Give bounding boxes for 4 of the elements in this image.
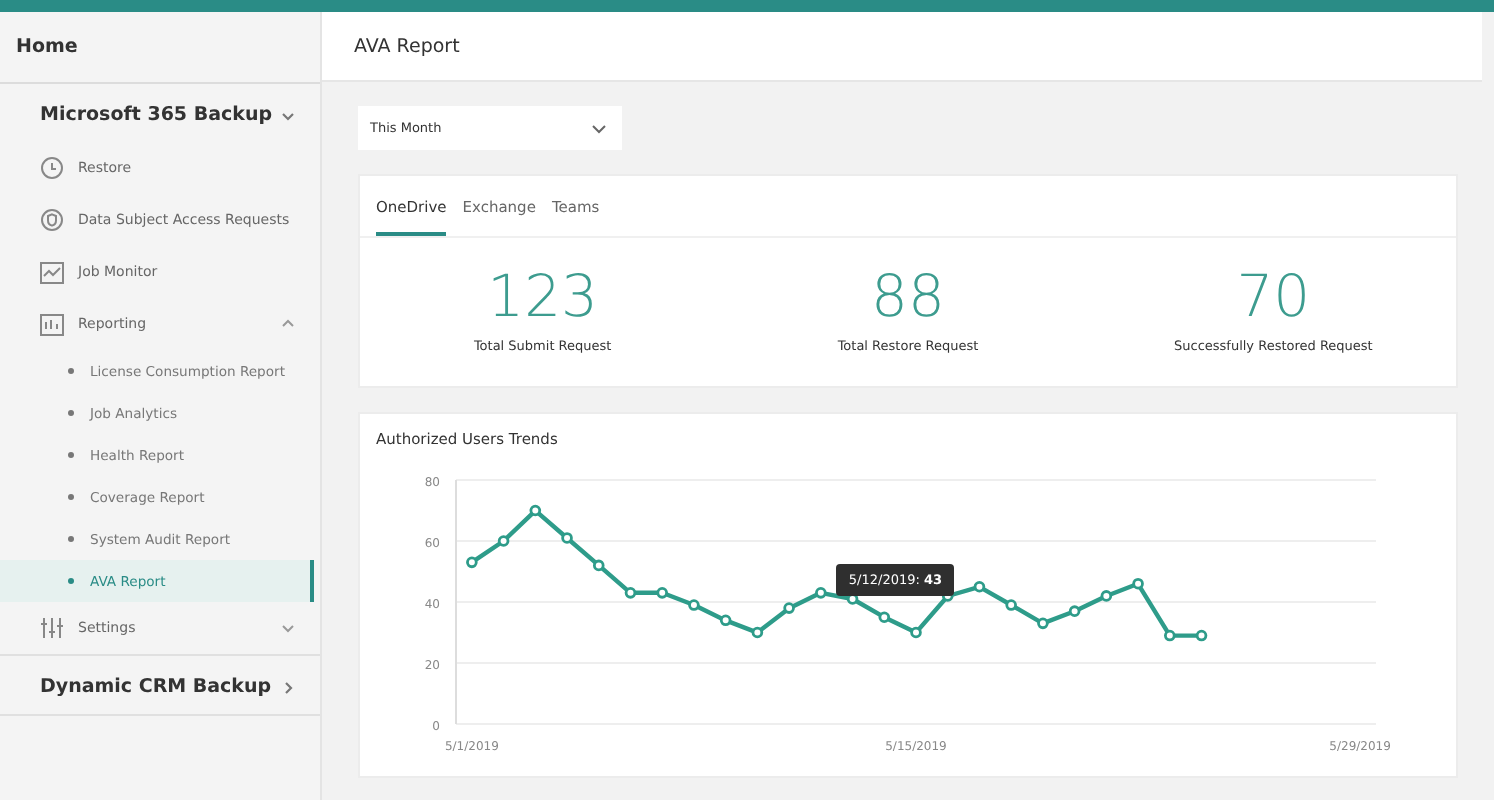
- stat-value: 123: [487, 262, 599, 330]
- stat-value: 70: [1236, 262, 1311, 330]
- page-title: AVA Report: [354, 35, 460, 57]
- stat-value: 88: [871, 262, 945, 330]
